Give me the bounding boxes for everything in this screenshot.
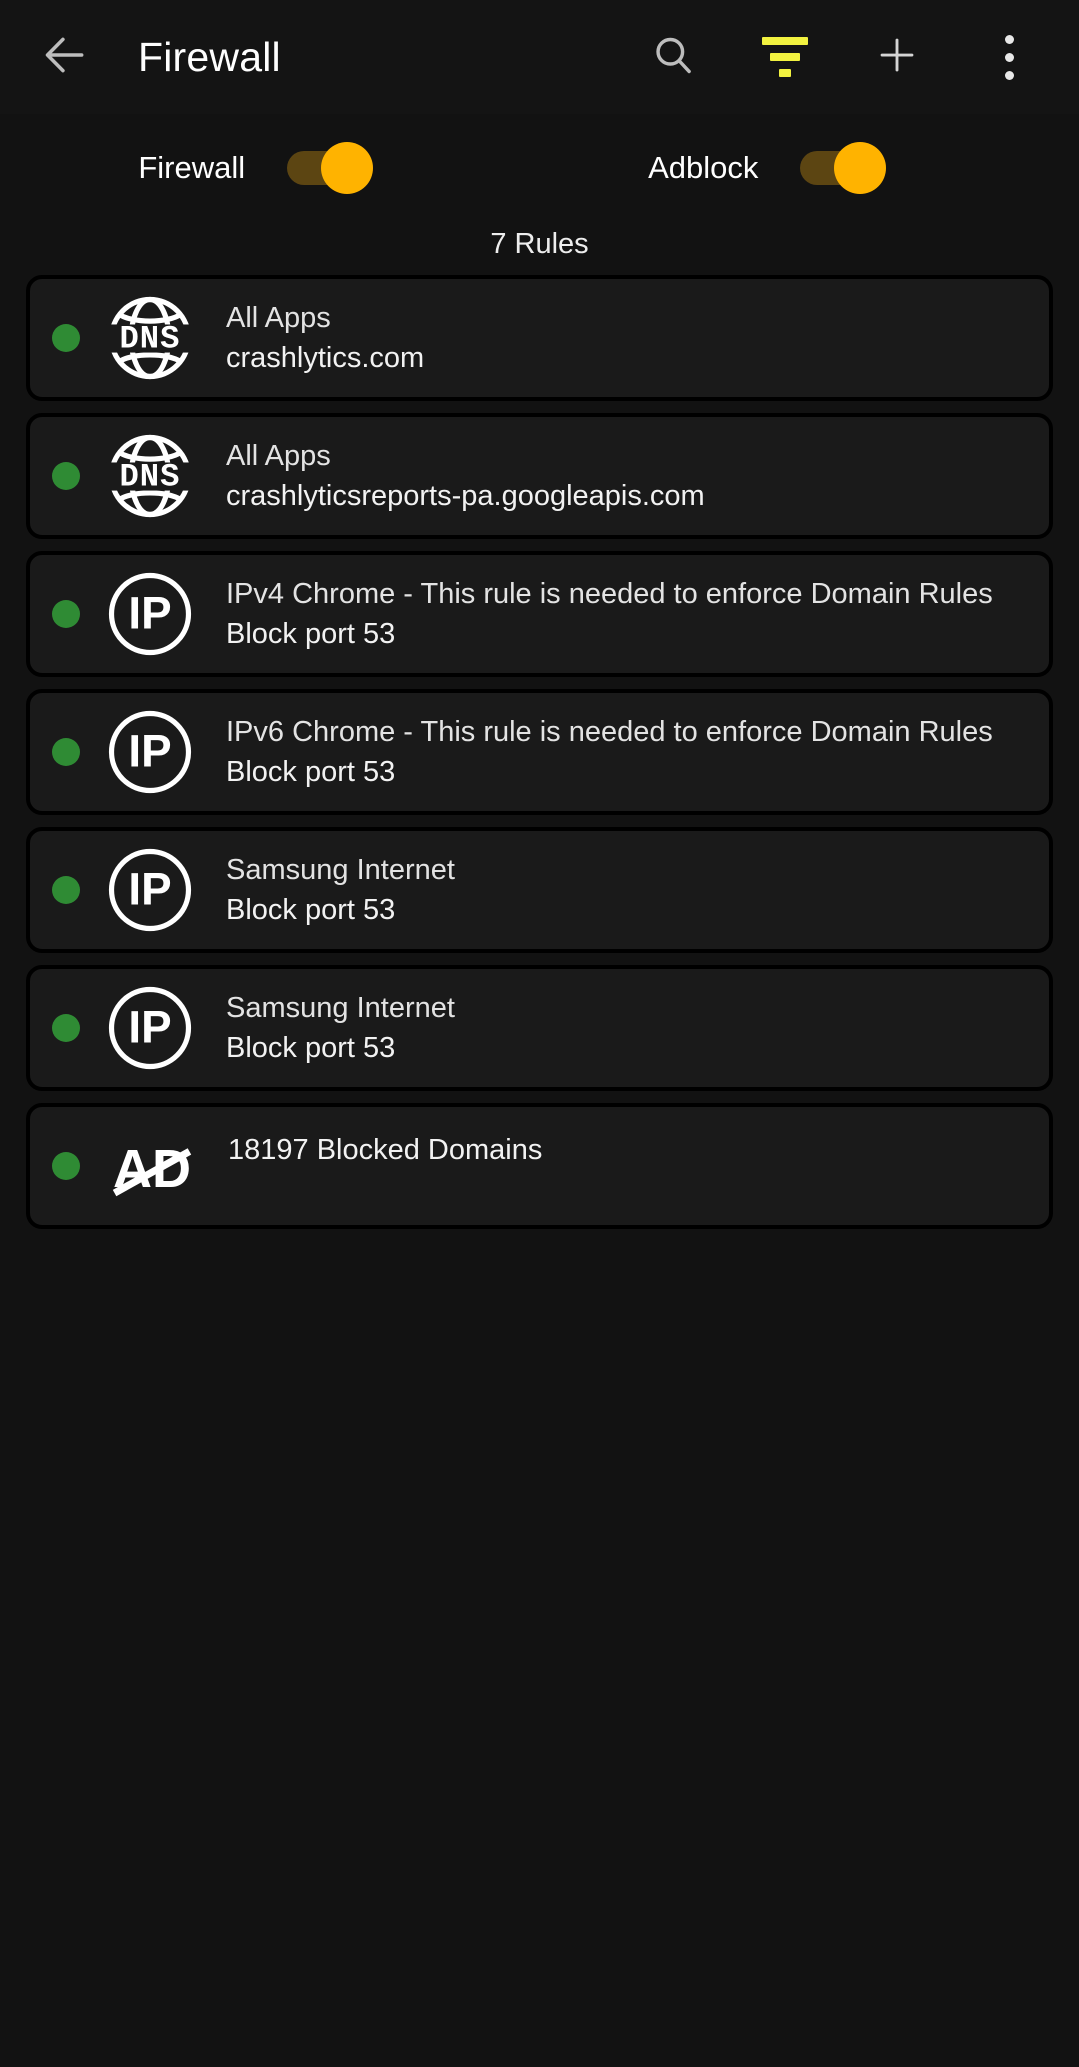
ip-circle-icon: IP	[96, 974, 204, 1082]
rule-title: Samsung Internet	[226, 991, 455, 1024]
search-icon	[650, 32, 696, 83]
rule-text: Samsung Internet Block port 53	[226, 850, 1049, 930]
status-indicator-dot	[52, 324, 80, 352]
search-button[interactable]	[645, 29, 701, 85]
app-bar: Firewall	[0, 0, 1079, 114]
adblock-toggle-label: Adblock	[648, 150, 759, 185]
rule-text: 18197 Blocked Domains	[228, 1134, 1049, 1186]
overflow-menu-icon	[1004, 34, 1014, 80]
status-indicator-dot	[52, 1014, 80, 1042]
rule-title: IPv4 Chrome - This rule is needed to enf…	[226, 577, 993, 610]
rule-text: All Apps crashlytics.com	[226, 298, 1049, 378]
rule-subtitle: Block port 53	[226, 894, 396, 926]
rule-card[interactable]: IP Samsung Internet Block port 53	[26, 827, 1053, 953]
svg-text:DNS: DNS	[119, 458, 180, 495]
rule-card[interactable]: DNS All Apps crashlyticsreports-pa.googl…	[26, 413, 1053, 539]
status-indicator-dot	[52, 738, 80, 766]
rule-text: All Apps crashlyticsreports-pa.googleapi…	[226, 436, 1049, 516]
app-bar-actions	[645, 29, 1037, 85]
rule-card[interactable]: IP IPv6 Chrome - This rule is needed to …	[26, 689, 1053, 815]
rule-title: All Apps	[226, 439, 331, 472]
back-button[interactable]	[34, 26, 96, 88]
rule-title: IPv6 Chrome - This rule is needed to enf…	[226, 715, 993, 748]
plus-icon	[874, 32, 920, 83]
rule-card[interactable]: IP Samsung Internet Block port 53	[26, 965, 1053, 1091]
rule-card[interactable]: AD 18197 Blocked Domains	[26, 1103, 1053, 1229]
ip-circle-icon: IP	[96, 560, 204, 668]
svg-text:IP: IP	[128, 588, 171, 639]
dns-globe-icon: DNS	[96, 422, 204, 530]
rule-subtitle: crashlytics.com	[226, 342, 425, 374]
dns-globe-icon: DNS	[96, 284, 204, 392]
ip-circle-icon: IP	[96, 698, 204, 806]
adblock-toggle-thumb	[834, 142, 887, 194]
overflow-menu-button[interactable]	[981, 29, 1037, 85]
firewall-toggle-group: Firewall	[0, 142, 512, 194]
svg-text:DNS: DNS	[119, 320, 180, 357]
adblock-toggle-group: Adblock	[512, 142, 1024, 194]
adblock-toggle[interactable]	[800, 142, 887, 194]
firewall-toggle[interactable]	[287, 142, 374, 194]
status-indicator-dot	[52, 600, 80, 628]
rule-card[interactable]: DNS All Apps crashlytics.com	[26, 275, 1053, 401]
rule-title: Samsung Internet	[226, 853, 455, 886]
rule-subtitle: Block port 53	[226, 1032, 396, 1064]
filter-button[interactable]	[757, 29, 813, 85]
svg-text:IP: IP	[128, 726, 171, 777]
svg-text:IP: IP	[128, 864, 171, 915]
status-indicator-dot	[52, 876, 80, 904]
firewall-toggle-label: Firewall	[138, 150, 246, 185]
status-indicator-dot	[52, 462, 80, 490]
firewall-toggle-thumb	[321, 142, 374, 194]
status-indicator-dot	[52, 1152, 80, 1180]
ad-blocked-icon: AD	[98, 1112, 206, 1220]
rule-text: Samsung Internet Block port 53	[226, 988, 1049, 1068]
add-rule-button[interactable]	[869, 29, 925, 85]
rules-list: DNS All Apps crashlytics.com DNS All App…	[0, 275, 1079, 1229]
rule-text: IPv6 Chrome - This rule is needed to enf…	[226, 712, 1049, 792]
page-title: Firewall	[138, 33, 281, 80]
arrow-left-icon	[40, 30, 90, 85]
rule-subtitle: crashlyticsreports-pa.googleapis.com	[226, 480, 705, 512]
rule-title: All Apps	[226, 301, 331, 334]
svg-text:IP: IP	[128, 1002, 171, 1053]
rule-subtitle: Block port 53	[226, 756, 396, 788]
ip-circle-icon: IP	[96, 836, 204, 944]
toggle-row: Firewall Adblock	[0, 114, 1079, 222]
rule-subtitle: Block port 53	[226, 618, 396, 650]
rule-text: IPv4 Chrome - This rule is needed to enf…	[226, 574, 1049, 654]
filter-icon	[762, 37, 808, 77]
rule-card[interactable]: IP IPv4 Chrome - This rule is needed to …	[26, 551, 1053, 677]
rules-count-label: 7 Rules	[490, 228, 589, 260]
rule-title: 18197 Blocked Domains	[228, 1133, 543, 1166]
